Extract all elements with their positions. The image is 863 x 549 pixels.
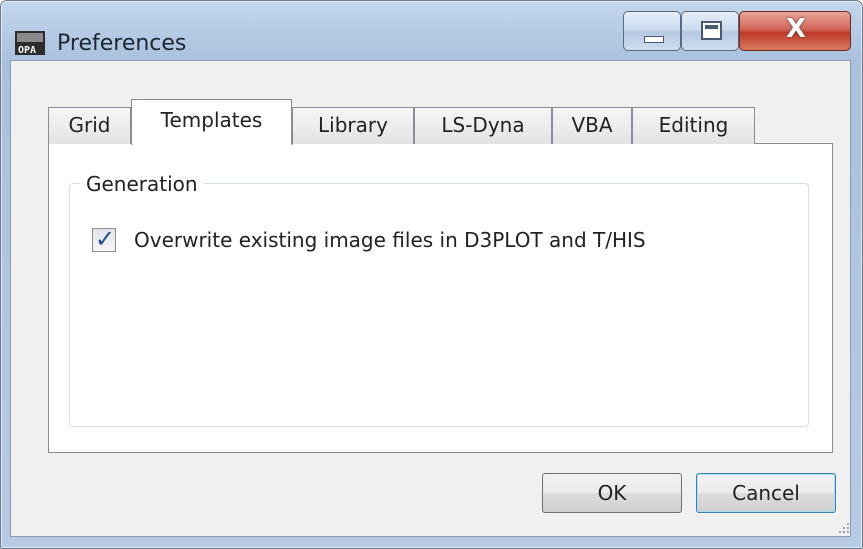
tab-grid[interactable]: Grid [48,107,131,144]
tab-templates[interactable]: Templates [131,99,292,145]
generation-groupbox [69,183,809,427]
window-title: Preferences [57,31,187,56]
maximize-icon [701,21,722,40]
maximize-button[interactable] [681,11,739,51]
close-button[interactable]: X [739,11,851,51]
generation-group-title: Generation [80,172,204,196]
minimize-icon [644,36,664,43]
svg-text:OPA: OPA [18,45,36,56]
app-icon: OPA [15,31,45,56]
tab-editing[interactable]: Editing [632,107,755,144]
close-icon: X [785,14,807,44]
minimize-button[interactable] [623,11,681,51]
checkmark-icon: ✓ [95,225,116,253]
tab-vba[interactable]: VBA [552,107,632,144]
resize-grip-icon[interactable] [836,520,850,534]
tab-library[interactable]: Library [292,107,414,144]
cancel-button[interactable]: Cancel [696,473,836,513]
tab-ls-dyna[interactable]: LS-Dyna [414,107,552,144]
ok-button[interactable]: OK [542,473,682,513]
overwrite-images-checkbox[interactable]: ✓ [92,225,116,253]
overwrite-images-label[interactable]: Overwrite existing image files in D3PLOT… [134,228,646,252]
title-bar[interactable]: OPA Preferences X [1,1,862,61]
